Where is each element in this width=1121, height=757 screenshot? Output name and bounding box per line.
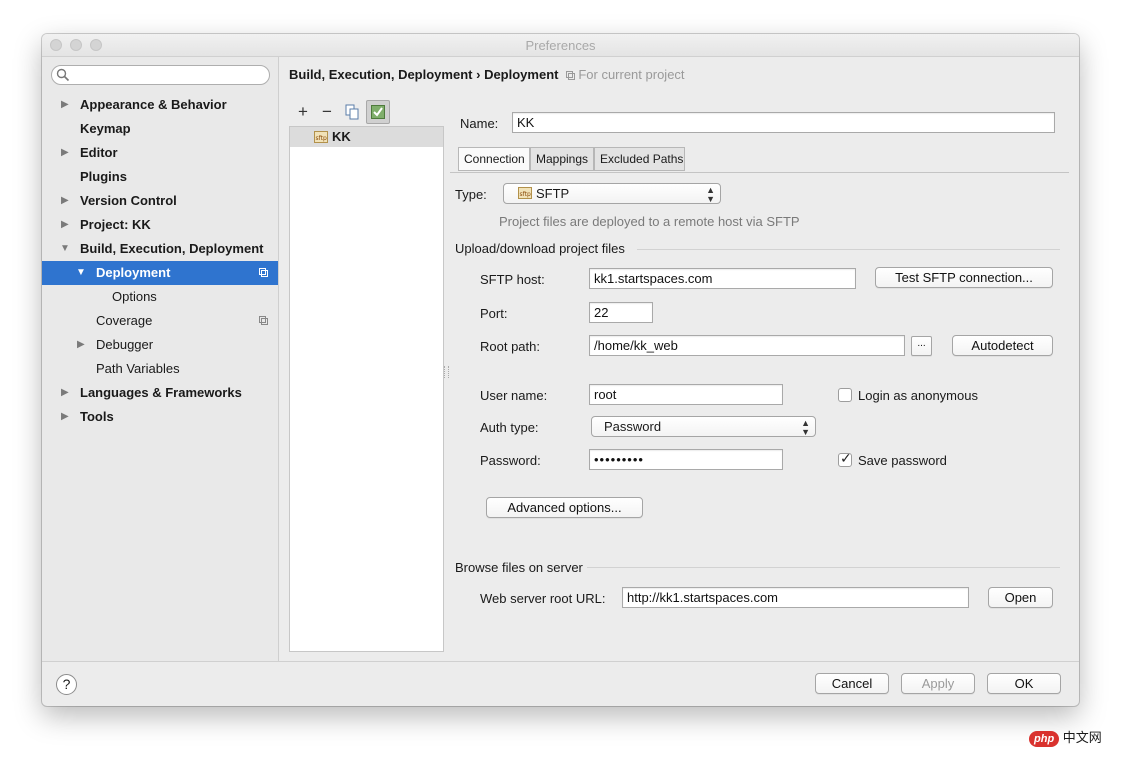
sidebar-item-coverage[interactable]: Coverage (42, 309, 278, 333)
sidebar-item-plugins[interactable]: Plugins (42, 165, 278, 189)
site-watermark: php 中文网 (1029, 727, 1102, 747)
type-label: Type: (455, 187, 487, 202)
root-path-label: Root path: (480, 339, 540, 354)
footer-separator (42, 661, 1079, 662)
open-url-button[interactable]: Open (988, 587, 1053, 608)
sidebar-item-build-execution-deployment[interactable]: ▼ Build, Execution, Deployment (42, 237, 278, 261)
autodetect-button[interactable]: Autodetect (952, 335, 1053, 356)
expand-arrow-icon[interactable]: ▶ (61, 189, 69, 213)
breadcrumb-parent: Build, Execution, Deployment (289, 67, 473, 82)
window-title: Preferences (525, 38, 596, 53)
port-label: Port: (480, 306, 508, 321)
root-path-input[interactable]: /home/kk_web (589, 335, 905, 356)
sidebar-item-languages-frameworks[interactable]: ▶ Languages & Frameworks (42, 381, 278, 405)
save-password-label: Save password (858, 453, 947, 468)
test-sftp-connection-button[interactable]: Test SFTP connection... (875, 267, 1053, 288)
expand-arrow-icon[interactable]: ▶ (61, 93, 69, 117)
sftp-host-input[interactable]: kk1.startspaces.com (589, 268, 856, 289)
ok-button[interactable]: OK (987, 673, 1061, 694)
settings-search-input[interactable] (51, 65, 270, 85)
upload-section-separator (637, 249, 1060, 250)
web-root-url-input[interactable]: http://kk1.startspaces.com (622, 587, 969, 608)
expand-arrow-icon[interactable]: ▶ (61, 141, 69, 165)
sidebar-item-keymap[interactable]: Keymap (42, 117, 278, 141)
tab-mappings[interactable]: Mappings (530, 147, 594, 171)
expand-arrow-icon[interactable]: ▶ (77, 333, 85, 357)
password-label: Password: (480, 453, 541, 468)
copy-server-button[interactable] (341, 101, 363, 123)
breadcrumb: Build, Execution, Deployment › Deploymen… (289, 67, 685, 82)
preferences-window: Preferences ▶ Appearance & Behavior Keym… (42, 34, 1079, 706)
sidebar-item-tools[interactable]: ▶ Tools (42, 405, 278, 429)
apply-button[interactable]: Apply (901, 673, 975, 694)
tab-excluded-paths[interactable]: Excluded Paths (594, 147, 685, 171)
upload-section-title: Upload/download project files (455, 241, 625, 256)
browse-root-path-button[interactable]: ... (911, 336, 932, 356)
web-root-url-label: Web server root URL: (480, 591, 606, 606)
expand-arrow-icon[interactable]: ▶ (61, 213, 69, 237)
user-name-input[interactable]: root (589, 384, 783, 405)
expand-arrow-icon[interactable]: ▶ (61, 381, 69, 405)
server-name: KK (332, 129, 351, 144)
user-name-label: User name: (480, 388, 548, 403)
name-input[interactable]: KK (512, 112, 1055, 133)
remove-server-button[interactable]: − (316, 101, 338, 123)
project-scope-icon (259, 316, 268, 325)
checkmark-icon: ✓ (840, 450, 852, 466)
sftp-type-icon: sftp (518, 187, 532, 199)
collapse-arrow-icon[interactable]: ▼ (76, 261, 86, 285)
breadcrumb-current: Deployment (484, 67, 559, 82)
add-server-button[interactable]: + (292, 101, 314, 123)
help-button[interactable]: ? (56, 674, 77, 695)
type-description: Project files are deployed to a remote h… (499, 214, 800, 229)
login-anonymous-label: Login as anonymous (858, 388, 978, 403)
title-bar[interactable]: Preferences (42, 34, 1079, 57)
auth-type-label: Auth type: (480, 420, 539, 435)
name-label: Name: (460, 116, 499, 131)
login-anonymous-checkbox[interactable] (838, 388, 852, 402)
password-input[interactable]: ••••••••• (589, 449, 783, 470)
sidebar-item-debugger[interactable]: ▶ Debugger (42, 333, 278, 357)
settings-sidebar: ▶ Appearance & Behavior Keymap ▶ Editor … (42, 57, 279, 661)
select-arrows-icon: ▲ ▼ (801, 418, 810, 437)
php-logo-badge: php (1029, 731, 1060, 747)
default-server-check-icon (371, 105, 385, 119)
tab-panel-border (450, 172, 1069, 173)
server-list-item[interactable]: sftp KK (290, 127, 443, 147)
collapse-arrow-icon[interactable]: ▼ (60, 237, 70, 261)
tab-connection[interactable]: Connection (458, 147, 530, 171)
breadcrumb-separator: › (476, 67, 481, 82)
sidebar-item-project[interactable]: ▶ Project: KK (42, 213, 278, 237)
sidebar-item-appearance[interactable]: ▶ Appearance & Behavior (42, 93, 278, 117)
sidebar-item-options[interactable]: Options (42, 285, 278, 309)
save-password-checkbox[interactable]: ✓ (838, 450, 852, 467)
breadcrumb-scope: For current project (578, 67, 685, 82)
watermark-text: 中文网 (1062, 730, 1102, 745)
svg-text:sftp: sftp (316, 135, 327, 142)
project-scope-icon (259, 268, 268, 277)
sidebar-item-deployment[interactable]: ▼ Deployment (42, 261, 278, 285)
sftp-server-icon: sftp (314, 131, 328, 143)
advanced-options-button[interactable]: Advanced options... (486, 497, 643, 518)
svg-text:sftp: sftp (520, 191, 531, 198)
auth-type-select[interactable]: Password ▲ ▼ (591, 416, 816, 437)
type-select[interactable]: sftp SFTP ▲ ▼ (503, 183, 721, 204)
use-as-default-button[interactable] (366, 100, 390, 124)
copy-icon (345, 104, 359, 120)
sidebar-item-path-variables[interactable]: Path Variables (42, 357, 278, 381)
sidebar-item-editor[interactable]: ▶ Editor (42, 141, 278, 165)
expand-arrow-icon[interactable]: ▶ (61, 405, 69, 429)
port-input[interactable]: 22 (589, 302, 653, 323)
server-list[interactable]: sftp KK (289, 126, 444, 652)
browse-section-title: Browse files on server (455, 560, 583, 575)
search-icon (56, 68, 70, 82)
splitter-handle[interactable] (444, 366, 449, 378)
sidebar-item-version-control[interactable]: ▶ Version Control (42, 189, 278, 213)
project-scope-icon (565, 71, 575, 80)
select-arrows-icon: ▲ ▼ (706, 185, 715, 204)
cancel-button[interactable]: Cancel (815, 673, 889, 694)
sftp-host-label: SFTP host: (480, 272, 545, 287)
browse-section-separator (587, 567, 1060, 568)
